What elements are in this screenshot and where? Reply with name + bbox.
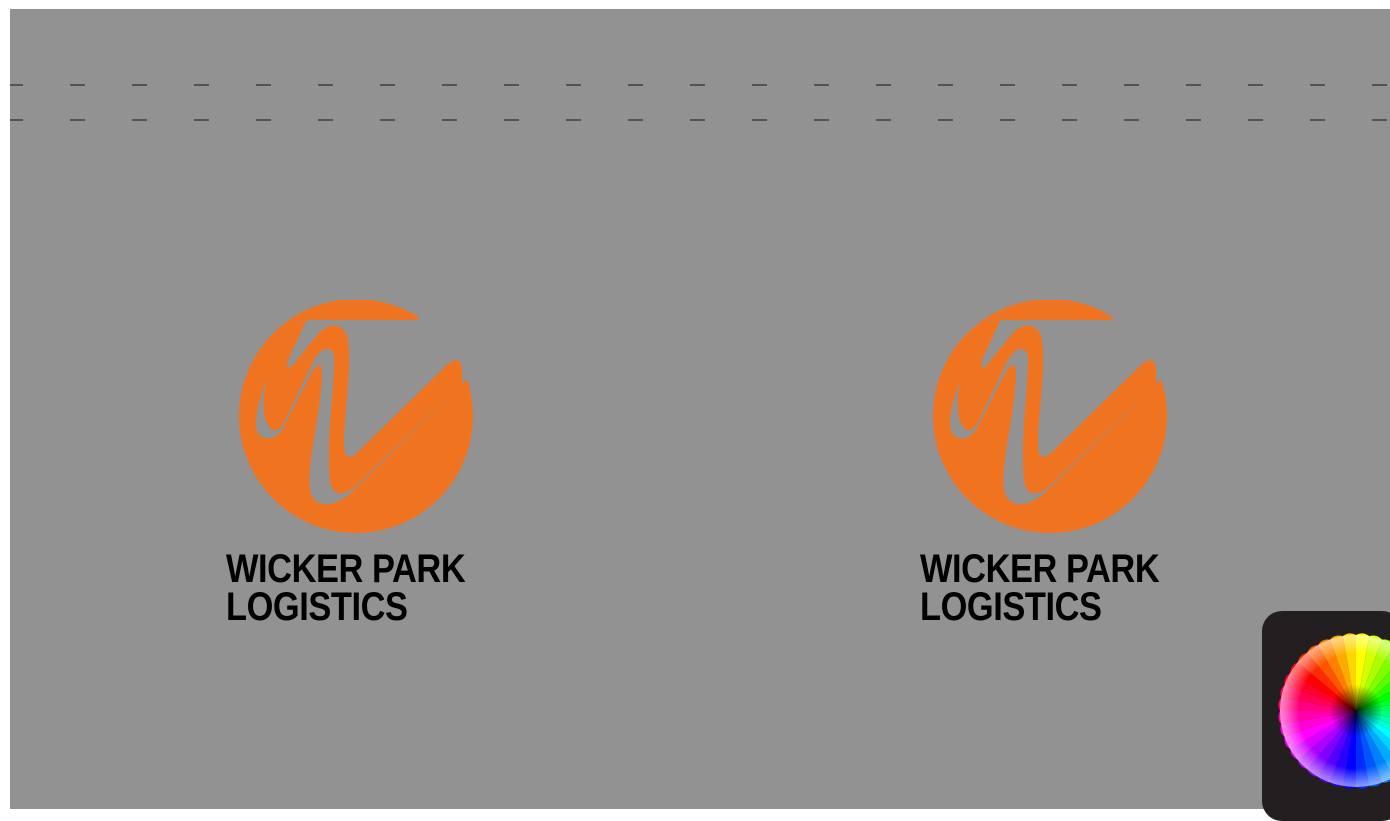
logo-wordmark: WICKER PARK LOGISTICS <box>226 547 466 629</box>
color-picker-widget[interactable] <box>1262 611 1390 821</box>
logo-left[interactable]: WICKER PARK LOGISTICS <box>226 300 526 660</box>
logo-right[interactable]: WICKER PARK LOGISTICS <box>920 300 1220 660</box>
color-wheel-icon <box>1278 633 1390 789</box>
logo-wordmark-line1: WICKER PARK <box>226 547 466 591</box>
logo-wordmark-line2: LOGISTICS <box>920 585 1102 629</box>
artboard-canvas[interactable]: WICKER PARK LOGISTICS WICKER PARK LOGIST… <box>10 9 1390 809</box>
dashed-guide-lines <box>10 84 1390 121</box>
logo-wordmark-line1: WICKER PARK <box>920 547 1160 591</box>
logo-wordmark-line2: LOGISTICS <box>226 585 408 629</box>
wicker-park-w-logo-icon <box>239 300 476 533</box>
logo-wordmark: WICKER PARK LOGISTICS <box>920 547 1160 629</box>
wicker-park-w-logo-icon <box>933 300 1170 533</box>
